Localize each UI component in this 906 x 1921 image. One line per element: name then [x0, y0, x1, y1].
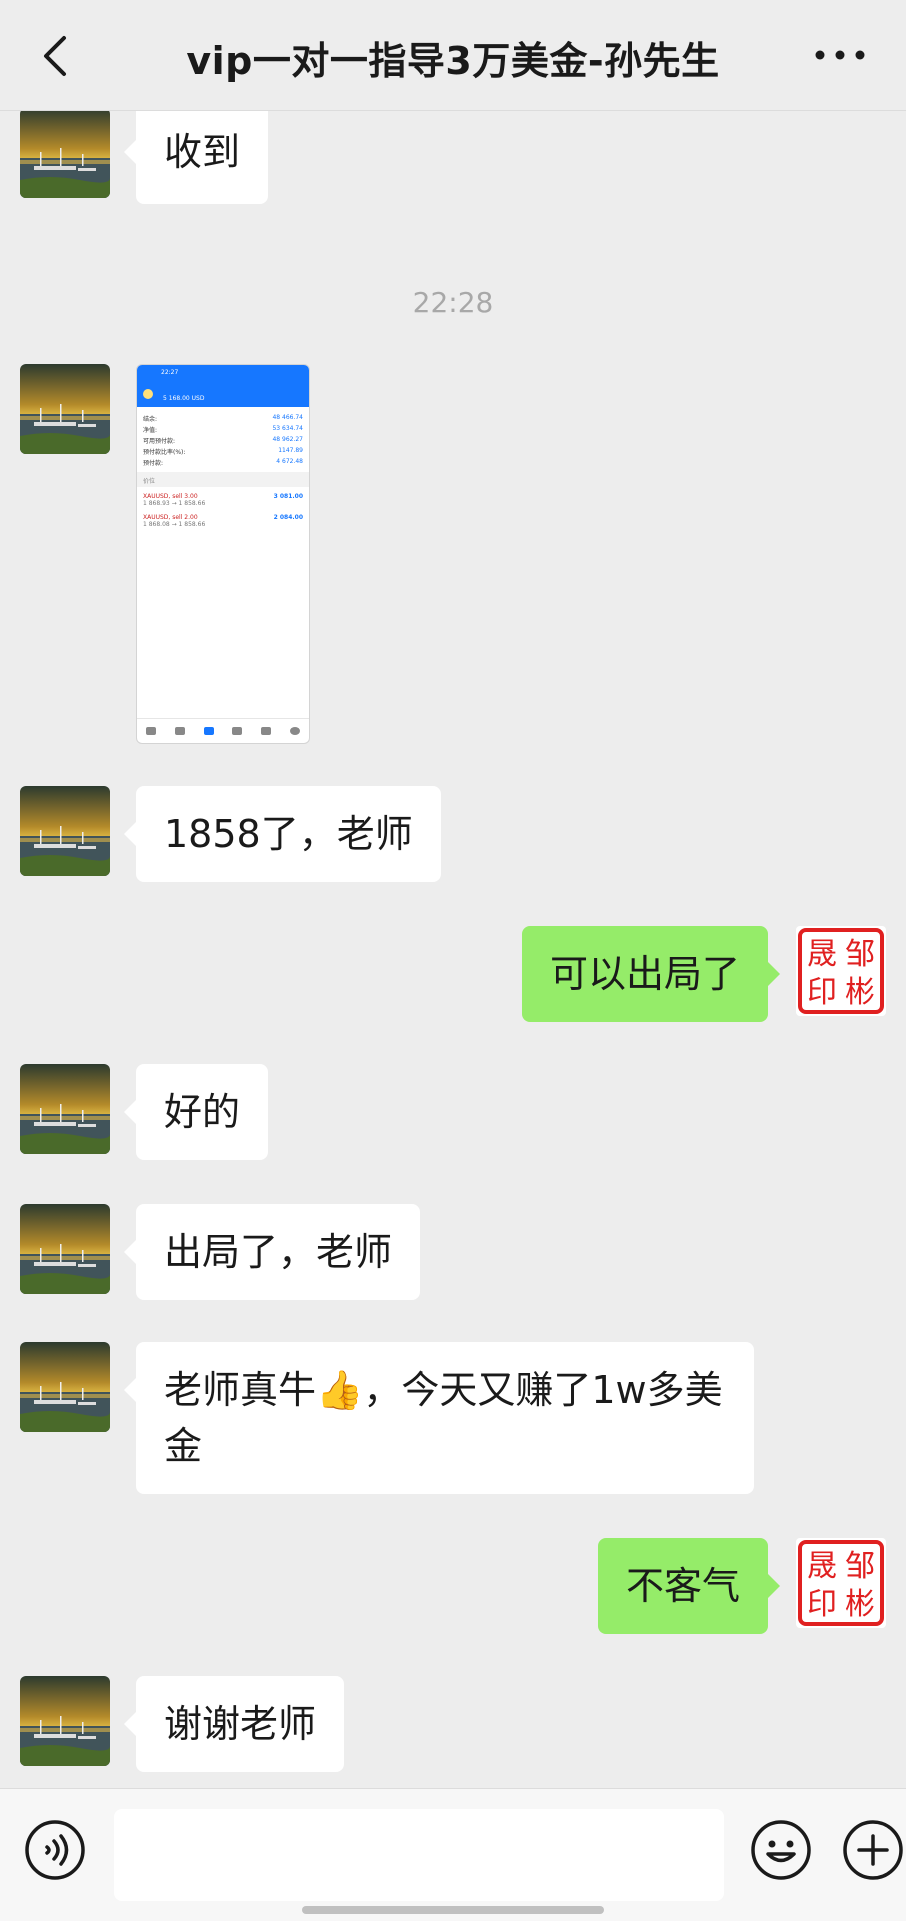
seal-avatar[interactable]: 邹 彬 晟 印 — [796, 1538, 886, 1628]
svg-text:印: 印 — [807, 1587, 837, 1622]
plus-icon[interactable] — [842, 1819, 904, 1881]
summary-row: 预付款比率(%): 1147.89 — [143, 447, 303, 456]
app-logo-icon — [143, 389, 153, 399]
image-message[interactable]: 22:27 5 168.00 USD 结余: 48 466.74 净值: 53 63… — [136, 364, 310, 744]
section-label: 价位 — [137, 472, 309, 487]
message-text: 老师真牛👍，今天又赚了1w多美金 — [164, 1368, 723, 1468]
avatar[interactable] — [20, 110, 110, 198]
message-bubble[interactable]: 收到 — [123, 110, 269, 204]
emoji-icon[interactable] — [750, 1819, 812, 1881]
message-text: 谢谢老师 — [164, 1702, 317, 1746]
tab-icon — [146, 727, 157, 735]
summary-row: 结余: 48 466.74 — [143, 414, 303, 423]
avatar[interactable] — [20, 1204, 110, 1294]
chat-header: vip一对一指导3万美金-孙先生 — [0, 0, 906, 111]
message-text: 好的 — [164, 1090, 241, 1134]
summary-row: 预付款: 4 672.48 — [143, 458, 303, 467]
avatar[interactable] — [20, 1342, 110, 1432]
account-summary: 结余: 48 466.74 净值: 53 634.74 可用预付款: 48 962.2… — [137, 407, 309, 468]
tab-icon — [260, 727, 271, 735]
trading-app-tabbar — [137, 718, 309, 743]
svg-text:印: 印 — [807, 975, 837, 1010]
message-bubble[interactable]: 老师真牛👍，今天又赚了1w多美金 — [124, 1342, 754, 1494]
trading-app-header: 22:27 5 168.00 USD — [137, 365, 309, 407]
message-bubble[interactable]: 出局了，老师 — [123, 1204, 421, 1300]
position-row: XAUUSD, sell 2.00 1 868.08 → 1 858.66 2 0… — [143, 514, 303, 528]
svg-text:晟: 晟 — [807, 1549, 837, 1584]
message-text: 不客气 — [625, 1564, 740, 1608]
chevron-left-icon[interactable] — [36, 32, 76, 80]
svg-text:邹: 邹 — [845, 1549, 875, 1584]
message-text: 可以出局了 — [549, 952, 740, 996]
message-bubble[interactable]: 可以出局了 — [521, 926, 781, 1022]
avatar[interactable] — [20, 1676, 110, 1766]
svg-text:邹: 邹 — [845, 937, 875, 972]
avatar[interactable] — [20, 786, 110, 876]
message-input[interactable] — [114, 1809, 724, 1901]
summary-row: 可用预付款: 48 962.27 — [143, 436, 303, 445]
message-bubble[interactable]: 谢谢老师 — [123, 1676, 345, 1772]
seal-avatar[interactable]: 邹 彬 晟 印 — [796, 926, 886, 1016]
tab-icon — [174, 727, 185, 735]
input-bar — [0, 1788, 906, 1921]
svg-text:晟: 晟 — [807, 937, 837, 972]
message-text: 收到 — [164, 130, 241, 174]
tab-icon — [232, 727, 243, 735]
avatar[interactable] — [20, 364, 110, 454]
tab-icon — [203, 727, 214, 735]
chat-title: vip一对一指导3万美金-孙先生 — [186, 39, 720, 83]
position-row: XAUUSD, sell 3.00 1 868.93 → 1 858.66 3 0… — [143, 493, 303, 507]
message-bubble[interactable]: 好的 — [123, 1064, 269, 1160]
svg-text:彬: 彬 — [845, 975, 875, 1010]
message-list[interactable]: 收到 22:28 22:27 5 168.00 USD 结余: 48 466.74… — [0, 110, 906, 1788]
message-text: 出局了，老师 — [164, 1230, 393, 1274]
svg-text:彬: 彬 — [845, 1587, 875, 1622]
more-dots-icon[interactable] — [810, 40, 870, 70]
message-text: 1858了，老师 — [164, 812, 413, 856]
message-bubble[interactable]: 不客气 — [597, 1538, 781, 1634]
avatar[interactable] — [20, 1064, 110, 1154]
message-timestamp: 22:28 — [412, 286, 494, 319]
summary-row: 净值: 53 634.74 — [143, 425, 303, 434]
message-bubble[interactable]: 1858了，老师 — [124, 786, 441, 882]
home-indicator[interactable] — [302, 1906, 604, 1914]
voice-icon[interactable] — [24, 1819, 86, 1881]
tab-icon — [289, 727, 300, 735]
